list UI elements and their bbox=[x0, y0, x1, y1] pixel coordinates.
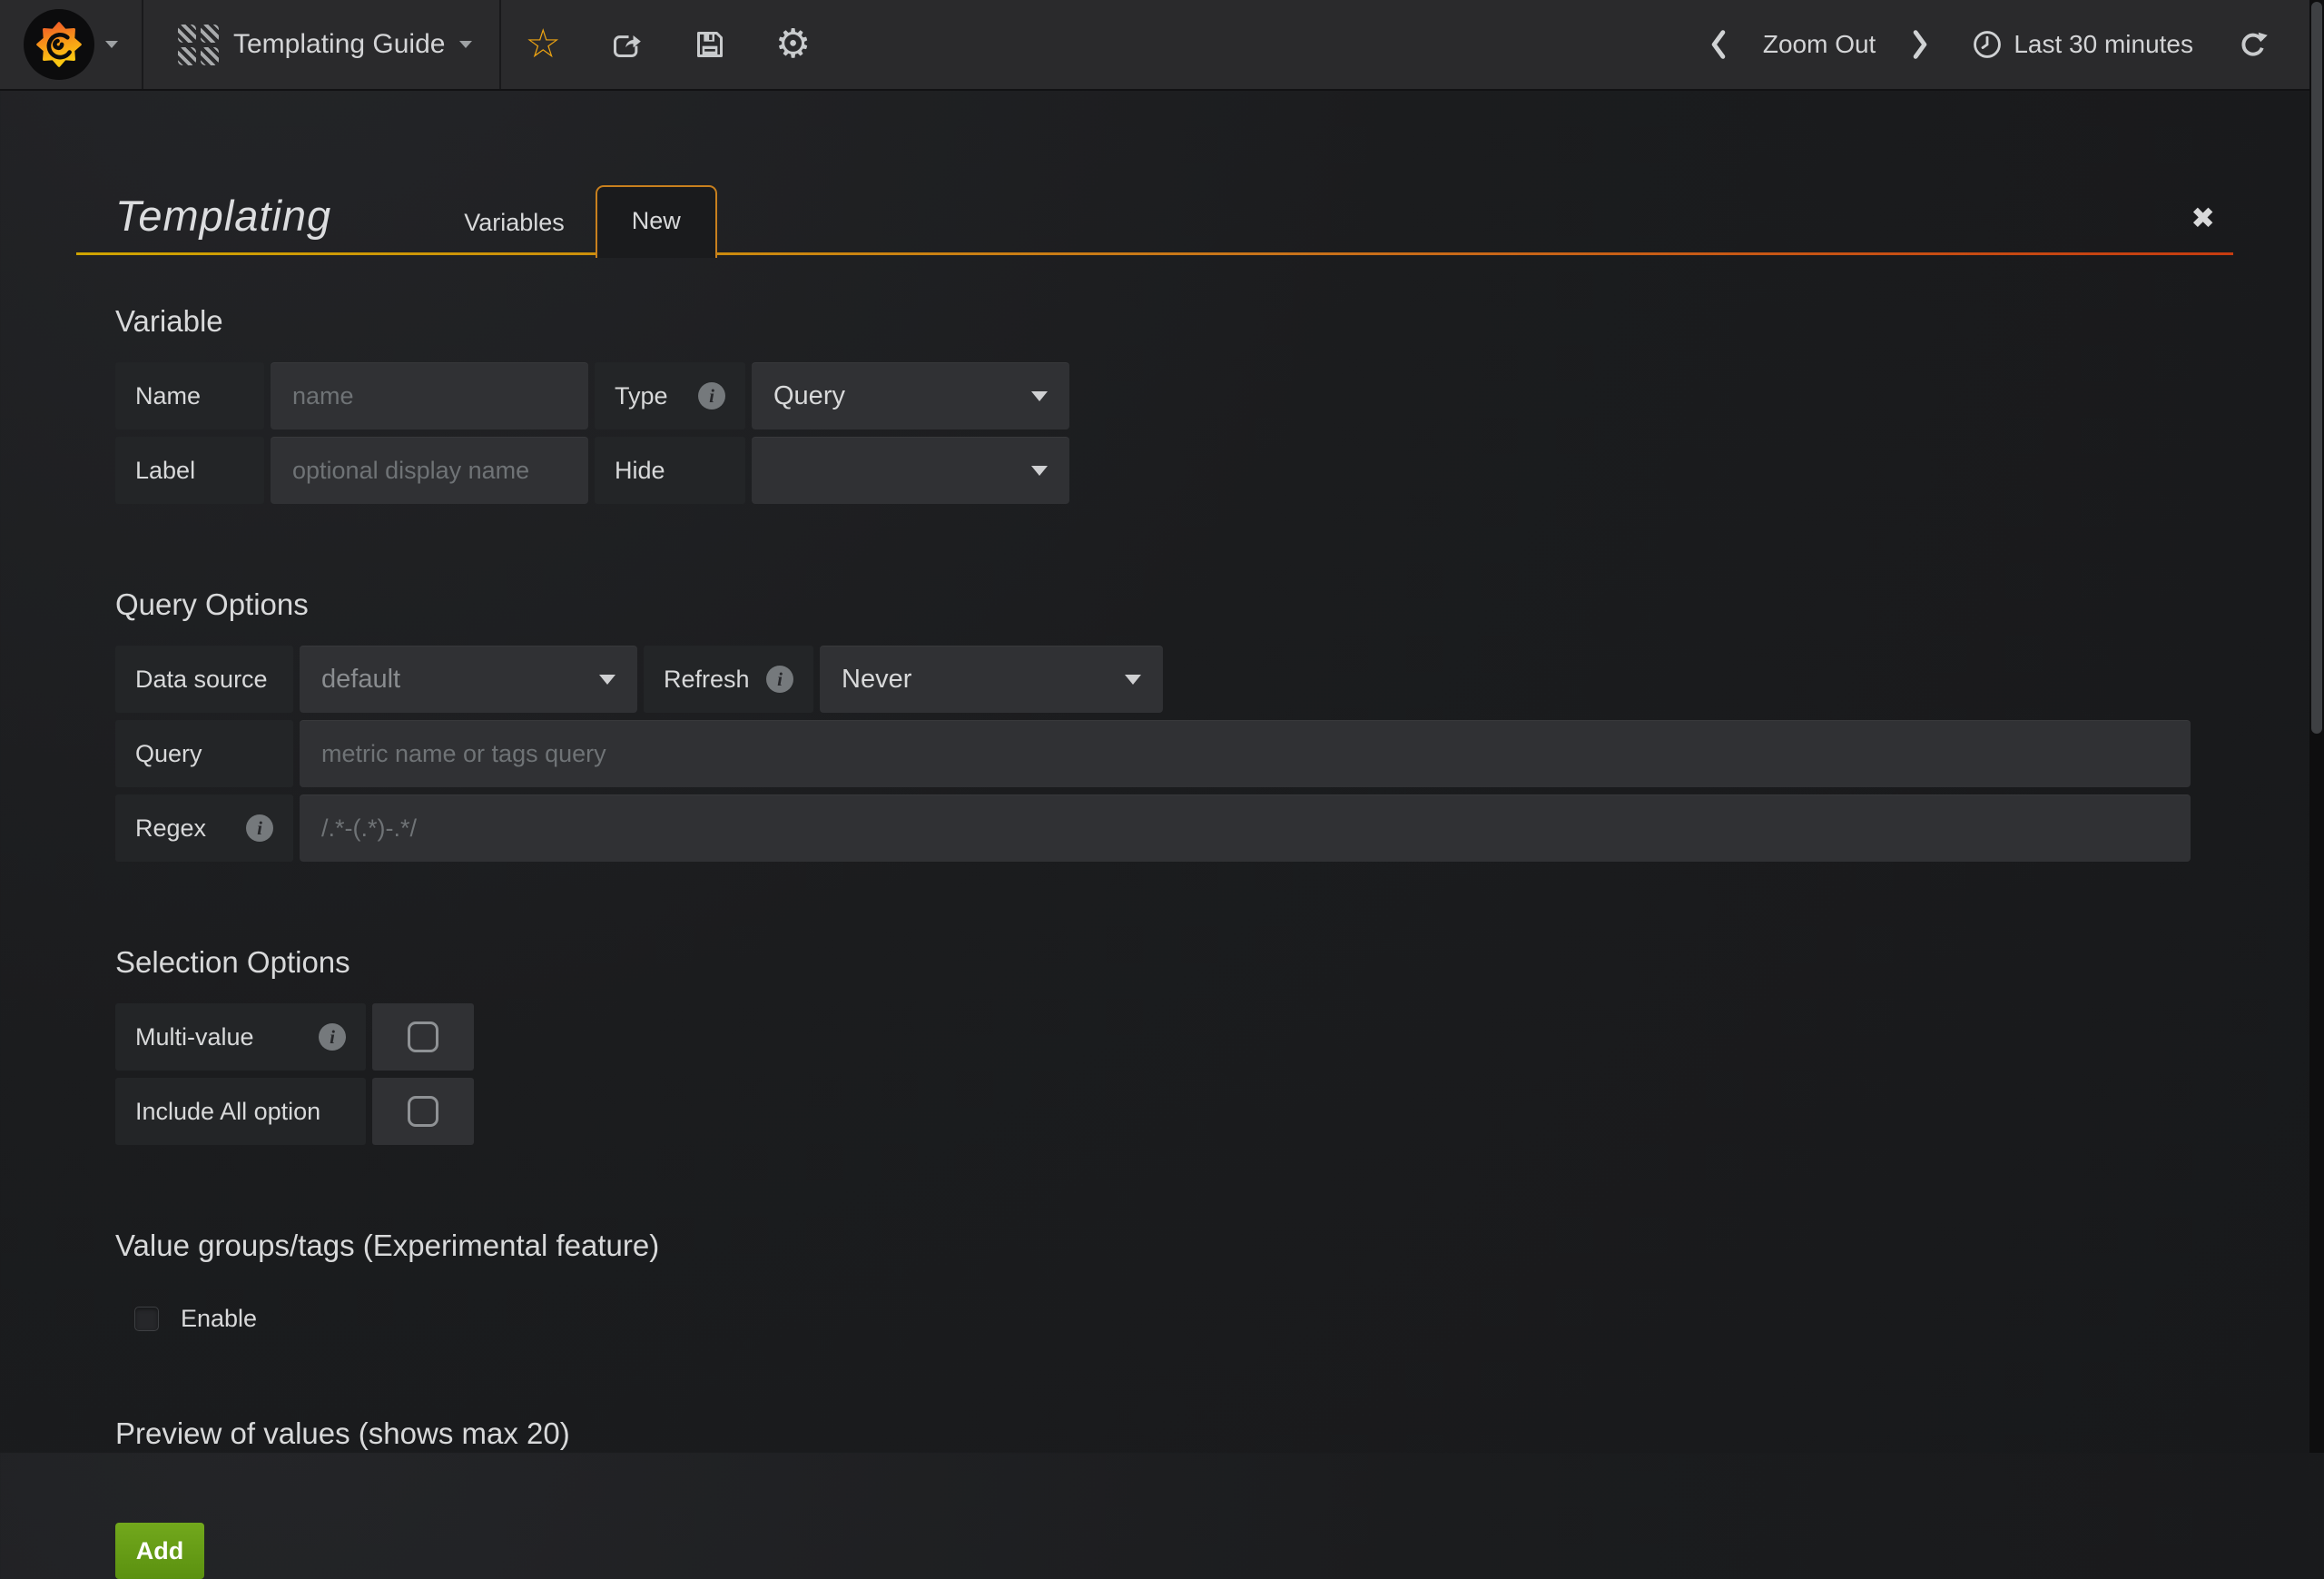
selection-options-heading: Selection Options bbox=[115, 945, 2191, 980]
save-icon bbox=[692, 26, 728, 63]
hide-label: Hide bbox=[595, 437, 745, 504]
add-button[interactable]: Add bbox=[115, 1523, 204, 1579]
clock-icon bbox=[1972, 29, 2003, 60]
chevron-down-icon bbox=[1031, 391, 1048, 401]
info-icon[interactable]: i bbox=[766, 666, 793, 693]
include-all-label: Include All option bbox=[115, 1078, 366, 1145]
refresh-button[interactable] bbox=[2219, 28, 2288, 61]
chevron-down-icon bbox=[105, 41, 118, 48]
datasource-label: Data source bbox=[115, 646, 293, 713]
navbar-right-controls: Zoom Out Last 30 minutes bbox=[1692, 0, 2324, 89]
type-select-value: Query bbox=[773, 381, 845, 411]
top-navbar: Templating Guide ☆ ⚙ Zoom Out bbox=[0, 0, 2324, 91]
query-input[interactable] bbox=[300, 720, 2191, 787]
datasource-select[interactable]: default bbox=[300, 646, 637, 713]
value-groups-heading: Value groups/tags (Experimental feature) bbox=[115, 1229, 2191, 1263]
time-forward-button[interactable] bbox=[1894, 29, 1946, 60]
type-label: Type i bbox=[595, 362, 745, 429]
refresh-label: Refresh i bbox=[644, 646, 813, 713]
dashboard-grid-icon bbox=[178, 25, 219, 65]
tab-new[interactable]: New bbox=[596, 185, 717, 258]
type-select[interactable]: Query bbox=[752, 362, 1069, 429]
tab-bar: Variables New bbox=[433, 185, 717, 255]
refresh-icon bbox=[2237, 28, 2270, 61]
time-range-label: Last 30 minutes bbox=[2014, 30, 2193, 59]
regex-row: Regex i bbox=[115, 794, 2191, 862]
query-label: Query bbox=[115, 720, 293, 787]
variable-section-heading: Variable bbox=[115, 304, 2191, 339]
side-menu-toggle[interactable] bbox=[0, 0, 143, 89]
star-icon: ☆ bbox=[525, 25, 560, 64]
variable-label-row: Label Hide bbox=[115, 437, 2191, 504]
dashboard-picker[interactable]: Templating Guide bbox=[143, 0, 501, 89]
templating-header: Templating Variables New ✖ bbox=[76, 91, 2233, 255]
include-all-row: Include All option bbox=[115, 1078, 2191, 1145]
refresh-select-value: Never bbox=[842, 665, 911, 695]
gear-icon: ⚙ bbox=[775, 25, 811, 64]
scrollbar-thumb[interactable] bbox=[2311, 2, 2322, 734]
enable-checkbox[interactable] bbox=[134, 1307, 159, 1331]
settings-button[interactable]: ⚙ bbox=[752, 0, 834, 89]
enable-row: Enable bbox=[134, 1305, 2191, 1333]
time-range-picker[interactable]: Last 30 minutes bbox=[1946, 29, 2219, 60]
refresh-select[interactable]: Never bbox=[820, 646, 1163, 713]
page-title: Templating bbox=[115, 191, 331, 241]
variable-editor: Variable Name Type i Query Label Hide Qu… bbox=[115, 304, 2191, 1579]
close-button[interactable]: ✖ bbox=[2185, 202, 2221, 233]
share-icon bbox=[608, 26, 645, 63]
label-label: Label bbox=[115, 437, 264, 504]
hide-select[interactable] bbox=[752, 437, 1069, 504]
zoom-out-label: Zoom Out bbox=[1763, 30, 1876, 59]
time-back-button[interactable] bbox=[1692, 29, 1745, 60]
multi-value-row: Multi-value i bbox=[115, 1003, 2191, 1071]
multi-value-checkbox[interactable] bbox=[408, 1021, 438, 1052]
save-button[interactable] bbox=[668, 0, 752, 89]
name-label: Name bbox=[115, 362, 264, 429]
zoom-out-button[interactable]: Zoom Out bbox=[1745, 30, 1894, 59]
name-input[interactable] bbox=[271, 362, 588, 429]
tab-variables[interactable]: Variables bbox=[433, 191, 596, 255]
regex-input[interactable] bbox=[300, 794, 2191, 862]
chevron-down-icon bbox=[599, 675, 615, 685]
multi-value-checkbox-cell[interactable] bbox=[372, 1003, 474, 1071]
vertical-scrollbar[interactable] bbox=[2309, 0, 2324, 1453]
label-input[interactable] bbox=[271, 437, 588, 504]
variable-name-row: Name Type i Query bbox=[115, 362, 2191, 429]
chevron-down-icon bbox=[459, 41, 472, 48]
close-icon: ✖ bbox=[2191, 202, 2215, 234]
chevron-left-icon bbox=[1707, 29, 1730, 60]
chevron-right-icon bbox=[1908, 29, 1932, 60]
share-button[interactable] bbox=[585, 0, 668, 89]
enable-label: Enable bbox=[181, 1305, 257, 1333]
preview-heading: Preview of values (shows max 20) bbox=[115, 1416, 2191, 1451]
info-icon[interactable]: i bbox=[698, 382, 725, 410]
regex-label: Regex i bbox=[115, 794, 293, 862]
query-options-heading: Query Options bbox=[115, 587, 2191, 622]
include-all-checkbox[interactable] bbox=[408, 1096, 438, 1127]
datasource-select-value: default bbox=[321, 665, 400, 695]
grafana-logo-icon bbox=[24, 9, 94, 80]
datasource-row: Data source default Refresh i Never bbox=[115, 646, 2191, 713]
multi-value-label: Multi-value i bbox=[115, 1003, 366, 1071]
query-row: Query bbox=[115, 720, 2191, 787]
chevron-down-icon bbox=[1031, 466, 1048, 476]
info-icon[interactable]: i bbox=[319, 1023, 346, 1051]
chevron-down-icon bbox=[1125, 675, 1141, 685]
info-icon[interactable]: i bbox=[246, 814, 273, 842]
include-all-checkbox-cell[interactable] bbox=[372, 1078, 474, 1145]
favorite-button[interactable]: ☆ bbox=[501, 0, 584, 89]
dashboard-title: Templating Guide bbox=[233, 29, 445, 60]
